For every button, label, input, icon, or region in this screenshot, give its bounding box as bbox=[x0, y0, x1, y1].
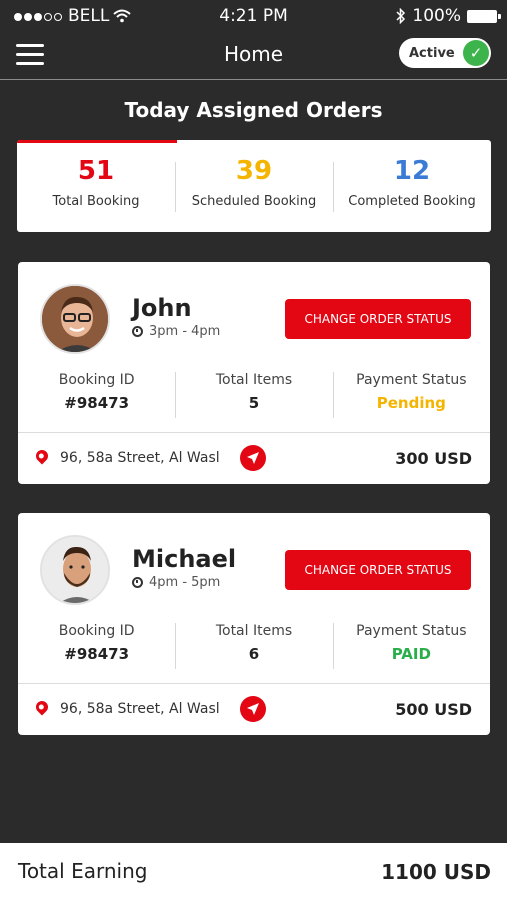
payment-status-label: Payment Status bbox=[356, 372, 467, 388]
time-slot: 3pm - 4pm bbox=[132, 324, 220, 339]
footer: Total Earning 1100 USD bbox=[0, 843, 507, 900]
change-order-status-button[interactable]: CHANGE ORDER STATUS bbox=[285, 550, 471, 590]
stat-value: 12 bbox=[393, 156, 431, 186]
stat-label: Completed Booking bbox=[348, 194, 476, 209]
time-text: 3pm - 4pm bbox=[149, 324, 221, 339]
time-slot: 4pm - 5pm bbox=[132, 575, 220, 590]
location-pin-icon bbox=[33, 447, 51, 465]
payment-status: Payment Status Pending bbox=[332, 372, 490, 422]
total-earning-label: Total Earning bbox=[18, 859, 148, 883]
payment-status-label: Payment Status bbox=[356, 623, 467, 639]
booking-id-label: Booking ID bbox=[58, 623, 135, 639]
check-icon: ✓ bbox=[463, 40, 489, 66]
address-row: 96, 58a Street, Al Wasl 500 USD bbox=[18, 695, 490, 725]
customer-name: John bbox=[132, 294, 192, 322]
order-amount: 300 USD bbox=[395, 449, 472, 468]
avatar-image bbox=[42, 286, 108, 352]
info-row: Booking ID #98473 Total Items 5 Payment … bbox=[18, 372, 490, 422]
divider bbox=[18, 432, 490, 433]
location-pin-icon bbox=[33, 698, 51, 716]
booking-id-value: #98473 bbox=[64, 394, 130, 412]
clock-icon bbox=[132, 326, 143, 337]
clock-icon bbox=[132, 577, 143, 588]
section-title: Today Assigned Orders bbox=[124, 98, 383, 122]
active-toggle-label: Active bbox=[409, 45, 455, 61]
stat-value: 39 bbox=[235, 156, 273, 186]
bluetooth-icon bbox=[396, 8, 406, 24]
total-items-value: 5 bbox=[248, 394, 260, 412]
status-bar: BELL 4:21 PM 100% bbox=[0, 0, 507, 34]
order-amount: 500 USD bbox=[395, 700, 472, 719]
booking-id-label: Booking ID bbox=[58, 372, 135, 388]
time-text: 4pm - 5pm bbox=[149, 575, 221, 590]
payment-status-value: Pending bbox=[376, 394, 446, 412]
avatar bbox=[40, 284, 110, 354]
info-row: Booking ID #98473 Total Items 6 Payment … bbox=[18, 623, 490, 673]
stat-scheduled-booking[interactable]: 39 Scheduled Booking bbox=[175, 140, 333, 232]
total-items-value: 6 bbox=[248, 645, 260, 663]
address: 96, 58a Street, Al Wasl bbox=[60, 450, 220, 466]
stat-label: Total Booking bbox=[52, 194, 140, 209]
total-earning-value: 1100 USD bbox=[381, 860, 491, 884]
status-right: 100% bbox=[396, 6, 501, 26]
payment-status: Payment Status PAID bbox=[332, 623, 490, 673]
nav-bar: Home Active ✓ bbox=[0, 34, 507, 80]
battery-icon bbox=[467, 9, 501, 23]
payment-status-value: PAID bbox=[391, 645, 431, 663]
address-row: 96, 58a Street, Al Wasl 300 USD bbox=[18, 444, 490, 474]
change-order-status-button[interactable]: CHANGE ORDER STATUS bbox=[285, 299, 471, 339]
divider bbox=[18, 683, 490, 684]
order-card[interactable]: John 3pm - 4pm CHANGE ORDER STATUS Booki… bbox=[18, 262, 490, 484]
total-items: Total Items 6 bbox=[175, 623, 332, 673]
active-toggle[interactable]: Active ✓ bbox=[399, 38, 491, 68]
booking-id: Booking ID #98473 bbox=[18, 623, 175, 673]
stat-label: Scheduled Booking bbox=[191, 194, 317, 209]
booking-id: Booking ID #98473 bbox=[18, 372, 175, 422]
avatar bbox=[40, 535, 110, 605]
total-items-label: Total Items bbox=[215, 372, 293, 388]
stat-completed-booking[interactable]: 12 Completed Booking bbox=[333, 140, 491, 232]
order-card[interactable]: Michael 4pm - 5pm CHANGE ORDER STATUS Bo… bbox=[18, 513, 490, 735]
address: 96, 58a Street, Al Wasl bbox=[60, 701, 220, 717]
battery-percent: 100% bbox=[412, 6, 461, 26]
navigate-icon[interactable] bbox=[240, 445, 266, 471]
avatar-image bbox=[42, 537, 108, 603]
booking-id-value: #98473 bbox=[64, 645, 130, 663]
stat-value: 51 bbox=[77, 156, 115, 186]
customer-name: Michael bbox=[132, 545, 237, 573]
stats-card: 51 Total Booking 39 Scheduled Booking 12… bbox=[17, 140, 491, 232]
total-items-label: Total Items bbox=[215, 623, 293, 639]
navigate-icon[interactable] bbox=[240, 696, 266, 722]
total-items: Total Items 5 bbox=[175, 372, 332, 422]
stat-total-booking[interactable]: 51 Total Booking bbox=[17, 140, 175, 232]
